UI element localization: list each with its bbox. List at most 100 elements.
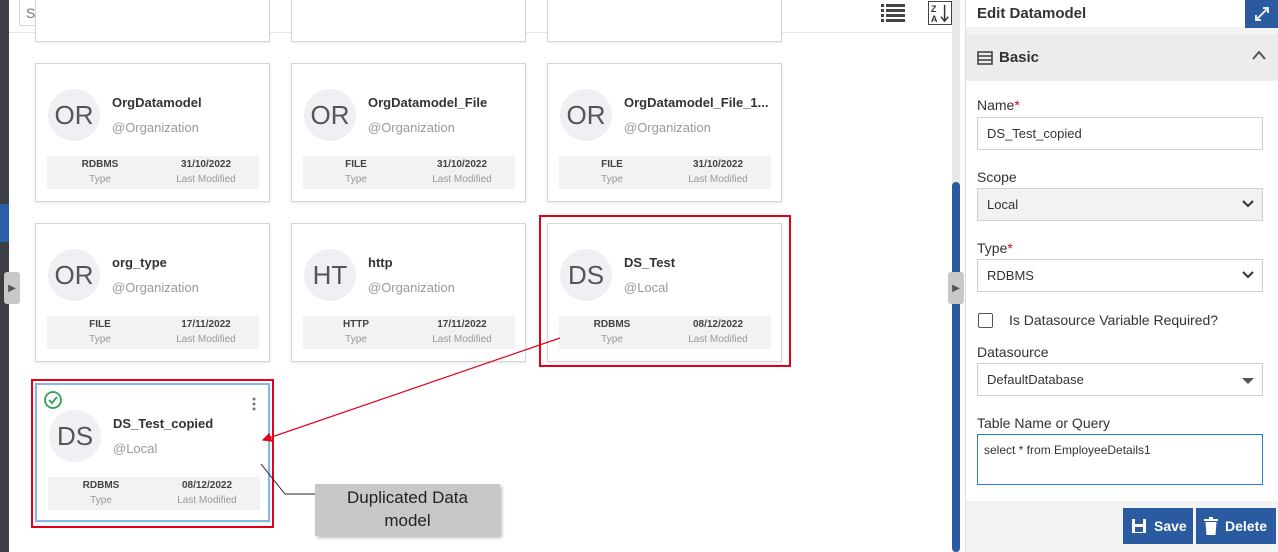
- name-value: DS_Test_copied: [987, 126, 1082, 141]
- card-modified-value: 31/10/2022: [436, 159, 488, 170]
- right-collapse-handle[interactable]: ▶: [948, 272, 964, 304]
- trash-icon: [1204, 517, 1218, 535]
- card-type-value: HTTP: [342, 319, 370, 330]
- avatar: OR: [48, 89, 100, 141]
- query-value: select * from EmployeeDetails1: [984, 443, 1151, 457]
- datamodel-card[interactable]: OR OrgDatamodel_File_1... @Organization …: [547, 63, 782, 202]
- datamodel-card-selected[interactable]: DS DS_Test_copied @Local RDBMS Type 08/12…: [35, 383, 270, 522]
- delete-button[interactable]: Delete: [1196, 508, 1276, 544]
- avatar: DS: [560, 249, 612, 301]
- type-select[interactable]: RDBMS: [977, 259, 1263, 292]
- name-label: Name*: [977, 97, 1020, 113]
- card-footer: FILE Type 31/10/2022 Last Modified: [559, 156, 771, 189]
- chevron-up-icon[interactable]: [1251, 49, 1267, 61]
- datamodel-card[interactable]: OR OrgDatamodel @Organization RDBMS Type …: [35, 63, 270, 202]
- card-modified-value: 17/11/2022: [437, 319, 487, 330]
- card-scope: @Local: [113, 441, 158, 456]
- type-value: RDBMS: [987, 268, 1034, 283]
- card-modified-value: 17/11/2022: [181, 319, 231, 330]
- card-scope: @Organization: [368, 280, 455, 295]
- card-title: OrgDatamodel: [112, 95, 202, 110]
- query-textarea[interactable]: select * from EmployeeDetails1: [977, 434, 1263, 485]
- avatar: OR: [304, 89, 356, 141]
- avatar: OR: [560, 89, 612, 141]
- type-label: Type*: [977, 240, 1013, 256]
- annotation-callout: Duplicated Data model: [315, 484, 500, 536]
- card-type-value: RDBMS: [82, 480, 120, 491]
- card-title: http: [368, 255, 393, 270]
- chevron-down-icon: [1242, 271, 1254, 279]
- card-type-value: FILE: [601, 159, 623, 170]
- avatar: DS: [49, 410, 101, 462]
- expand-button[interactable]: [1245, 0, 1278, 28]
- card-footer: HTTP Type 17/11/2022 Last Modified: [303, 316, 515, 349]
- avatar: HT: [304, 249, 356, 301]
- card-modified-value: 08/12/2022: [692, 319, 744, 330]
- card-type-label: Type: [89, 174, 111, 185]
- card-partial[interactable]: [547, 0, 782, 42]
- card-title: DS_Test_copied: [113, 416, 214, 431]
- kebab-menu-icon[interactable]: [252, 397, 256, 411]
- card-footer: FILE Type 17/11/2022 Last Modified: [47, 316, 259, 349]
- card-type-label: Type: [345, 334, 367, 345]
- list-view-icon[interactable]: [880, 2, 906, 24]
- required-mark: *: [1014, 97, 1020, 113]
- card-modified-value: 31/10/2022: [692, 159, 744, 170]
- datamodel-card[interactable]: DS DS_Test @Local RDBMS Type 08/12/2022 La…: [547, 223, 782, 362]
- card-title: org_type: [112, 255, 167, 270]
- edit-datamodel-panel: Edit Datamodel Basic Name* DS_Test_copie…: [965, 0, 1278, 552]
- name-field[interactable]: DS_Test_copied: [977, 117, 1263, 150]
- card-modified-label: Last Modified: [688, 334, 748, 345]
- card-modified-value: 08/12/2022: [181, 480, 233, 491]
- card-scope: @Organization: [112, 280, 199, 295]
- save-button[interactable]: Save: [1123, 508, 1193, 544]
- datasource-label: Datasource: [977, 344, 1049, 360]
- scrollbar-thumb[interactable]: [952, 182, 960, 552]
- save-icon: [1132, 519, 1146, 533]
- card-type-value: RDBMS: [593, 319, 631, 330]
- card-type-value: FILE: [89, 319, 111, 330]
- delete-label: Delete: [1225, 518, 1268, 534]
- card-partial[interactable]: [35, 0, 270, 42]
- scope-label: Scope: [977, 169, 1017, 185]
- svg-text:A: A: [931, 14, 938, 24]
- card-footer: FILE Type 31/10/2022 Last Modified: [303, 156, 515, 189]
- card-scope: @Local: [624, 280, 669, 295]
- card-footer: RDBMS Type 08/12/2022 Last Modified: [559, 316, 771, 349]
- card-type-label: Type: [345, 174, 367, 185]
- query-label: Table Name or Query: [977, 415, 1111, 431]
- form-icon: [977, 51, 993, 65]
- datamodel-card[interactable]: HT http @Organization HTTP Type 17/11/202…: [291, 223, 526, 362]
- section-title: Basic: [999, 49, 1040, 66]
- card-scope: @Organization: [368, 120, 455, 135]
- datasource-value: DefaultDatabase: [987, 372, 1084, 387]
- card-modified-label: Last Modified: [176, 334, 236, 345]
- check-circle-icon: [44, 391, 62, 409]
- scope-select[interactable]: Local: [977, 188, 1263, 221]
- card-modified-label: Last Modified: [176, 174, 236, 185]
- datamodel-card[interactable]: OR OrgDatamodel_File @Organization FILE T…: [291, 63, 526, 202]
- card-type-label: Type: [90, 495, 112, 506]
- panel-title: Edit Datamodel: [977, 5, 1087, 22]
- scope-value: Local: [987, 197, 1019, 212]
- section-basic-header[interactable]: Basic: [966, 35, 1278, 81]
- datasource-select[interactable]: DefaultDatabase: [977, 363, 1263, 396]
- save-label: Save: [1154, 518, 1187, 534]
- panel-header: Edit Datamodel: [966, 0, 1278, 28]
- left-collapse-handle[interactable]: ▶: [4, 272, 20, 304]
- required-mark: *: [1007, 240, 1013, 256]
- card-modified-label: Last Modified: [432, 174, 492, 185]
- chevron-down-icon: [1242, 200, 1254, 208]
- card-type-value: FILE: [345, 159, 367, 170]
- card-modified-label: Last Modified: [432, 334, 492, 345]
- callout-line-1: Duplicated Data: [347, 488, 468, 507]
- card-title: OrgDatamodel_File: [368, 95, 488, 110]
- callout-line-2: model: [384, 511, 431, 530]
- card-partial[interactable]: [291, 0, 526, 42]
- card-scope: @Organization: [624, 120, 711, 135]
- caret-down-icon: [1242, 378, 1254, 384]
- sort-icon[interactable]: Z A: [928, 1, 952, 25]
- datamodel-card[interactable]: OR org_type @Organization FILE Type 17/11…: [35, 223, 270, 362]
- card-scope: @Organization: [112, 120, 199, 135]
- datasource-variable-checkbox[interactable]: [978, 313, 993, 328]
